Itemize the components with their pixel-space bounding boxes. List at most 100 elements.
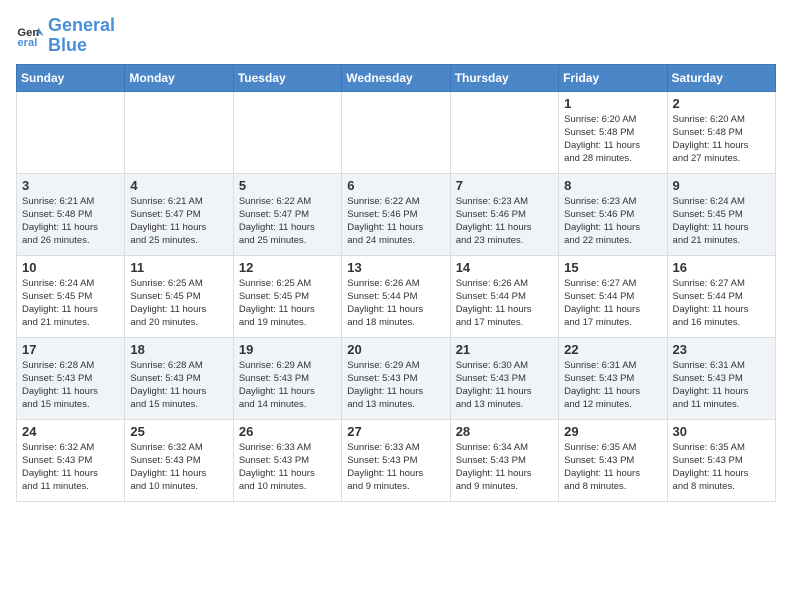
- logo: Gen eral General Blue: [16, 16, 115, 56]
- day-number: 15: [564, 260, 661, 275]
- day-number: 18: [130, 342, 227, 357]
- calendar-cell: 7 Sunrise: 6:23 AM Sunset: 5:46 PM Daylig…: [450, 173, 558, 255]
- day-info: Sunrise: 6:34 AM Sunset: 5:43 PM Dayligh…: [456, 441, 553, 494]
- day-number: 30: [673, 424, 770, 439]
- calendar-cell: 14 Sunrise: 6:26 AM Sunset: 5:44 PM Dayli…: [450, 255, 558, 337]
- calendar-cell: 18 Sunrise: 6:28 AM Sunset: 5:43 PM Dayli…: [125, 337, 233, 419]
- calendar-cell: 17 Sunrise: 6:28 AM Sunset: 5:43 PM Dayli…: [17, 337, 125, 419]
- calendar-table: SundayMondayTuesdayWednesdayThursdayFrid…: [16, 64, 776, 502]
- header-monday: Monday: [125, 64, 233, 91]
- day-info: Sunrise: 6:35 AM Sunset: 5:43 PM Dayligh…: [673, 441, 770, 494]
- calendar-cell: 10 Sunrise: 6:24 AM Sunset: 5:45 PM Dayli…: [17, 255, 125, 337]
- day-info: Sunrise: 6:27 AM Sunset: 5:44 PM Dayligh…: [673, 277, 770, 330]
- header-tuesday: Tuesday: [233, 64, 341, 91]
- calendar-cell: 6 Sunrise: 6:22 AM Sunset: 5:46 PM Daylig…: [342, 173, 450, 255]
- day-number: 20: [347, 342, 444, 357]
- header-friday: Friday: [559, 64, 667, 91]
- calendar-cell: 1Sunrise: 6:20 AM Sunset: 5:48 PM Daylig…: [559, 91, 667, 173]
- calendar-cell: 4 Sunrise: 6:21 AM Sunset: 5:47 PM Daylig…: [125, 173, 233, 255]
- day-info: Sunrise: 6:31 AM Sunset: 5:43 PM Dayligh…: [564, 359, 661, 412]
- day-number: 9: [673, 178, 770, 193]
- calendar-cell: 12Sunrise: 6:25 AM Sunset: 5:45 PM Dayli…: [233, 255, 341, 337]
- day-number: 27: [347, 424, 444, 439]
- day-number: 23: [673, 342, 770, 357]
- week-row-1: 3 Sunrise: 6:21 AM Sunset: 5:48 PM Daylig…: [17, 173, 776, 255]
- day-info: Sunrise: 6:30 AM Sunset: 5:43 PM Dayligh…: [456, 359, 553, 412]
- day-info: Sunrise: 6:22 AM Sunset: 5:46 PM Dayligh…: [347, 195, 444, 248]
- calendar-cell: 2 Sunrise: 6:20 AM Sunset: 5:48 PM Daylig…: [667, 91, 775, 173]
- day-info: Sunrise: 6:24 AM Sunset: 5:45 PM Dayligh…: [673, 195, 770, 248]
- day-info: Sunrise: 6:21 AM Sunset: 5:47 PM Dayligh…: [130, 195, 227, 248]
- day-info: Sunrise: 6:29 AM Sunset: 5:43 PM Dayligh…: [239, 359, 336, 412]
- day-number: 6: [347, 178, 444, 193]
- day-number: 1: [564, 96, 661, 111]
- calendar-cell: 5 Sunrise: 6:22 AM Sunset: 5:47 PM Daylig…: [233, 173, 341, 255]
- day-info: Sunrise: 6:26 AM Sunset: 5:44 PM Dayligh…: [456, 277, 553, 330]
- logo-icon: Gen eral: [16, 22, 44, 50]
- day-number: 7: [456, 178, 553, 193]
- day-number: 29: [564, 424, 661, 439]
- day-number: 13: [347, 260, 444, 275]
- day-number: 24: [22, 424, 119, 439]
- day-number: 17: [22, 342, 119, 357]
- day-info: Sunrise: 6:27 AM Sunset: 5:44 PM Dayligh…: [564, 277, 661, 330]
- day-info: Sunrise: 6:22 AM Sunset: 5:47 PM Dayligh…: [239, 195, 336, 248]
- day-info: Sunrise: 6:25 AM Sunset: 5:45 PM Dayligh…: [130, 277, 227, 330]
- header-saturday: Saturday: [667, 64, 775, 91]
- calendar-cell: 3 Sunrise: 6:21 AM Sunset: 5:48 PM Daylig…: [17, 173, 125, 255]
- day-info: Sunrise: 6:32 AM Sunset: 5:43 PM Dayligh…: [130, 441, 227, 494]
- calendar-cell: 9 Sunrise: 6:24 AM Sunset: 5:45 PM Daylig…: [667, 173, 775, 255]
- day-number: 4: [130, 178, 227, 193]
- day-number: 14: [456, 260, 553, 275]
- day-info: Sunrise: 6:23 AM Sunset: 5:46 PM Dayligh…: [564, 195, 661, 248]
- day-info: Sunrise: 6:21 AM Sunset: 5:48 PM Dayligh…: [22, 195, 119, 248]
- calendar-cell: 13 Sunrise: 6:26 AM Sunset: 5:44 PM Dayli…: [342, 255, 450, 337]
- day-number: 12: [239, 260, 336, 275]
- header-sunday: Sunday: [17, 64, 125, 91]
- calendar-cell: 24Sunrise: 6:32 AM Sunset: 5:43 PM Dayli…: [17, 419, 125, 501]
- day-number: 28: [456, 424, 553, 439]
- day-number: 26: [239, 424, 336, 439]
- week-row-3: 17 Sunrise: 6:28 AM Sunset: 5:43 PM Dayli…: [17, 337, 776, 419]
- calendar-cell: 29Sunrise: 6:35 AM Sunset: 5:43 PM Dayli…: [559, 419, 667, 501]
- calendar-cell: 8Sunrise: 6:23 AM Sunset: 5:46 PM Daylig…: [559, 173, 667, 255]
- header-row: SundayMondayTuesdayWednesdayThursdayFrid…: [17, 64, 776, 91]
- calendar-cell: 20 Sunrise: 6:29 AM Sunset: 5:43 PM Dayli…: [342, 337, 450, 419]
- week-row-4: 24 Sunrise: 6:32 AM Sunset: 5:43 PM Dayli…: [17, 419, 776, 501]
- day-number: 2: [673, 96, 770, 111]
- calendar-cell: 21 Sunrise: 6:30 AM Sunset: 5:43 PM Dayli…: [450, 337, 558, 419]
- day-info: Sunrise: 6:24 AM Sunset: 5:45 PM Dayligh…: [22, 277, 119, 330]
- svg-text:eral: eral: [17, 37, 37, 49]
- day-number: 21: [456, 342, 553, 357]
- day-info: Sunrise: 6:33 AM Sunset: 5:43 PM Dayligh…: [239, 441, 336, 494]
- page-header: Gen eral General Blue: [16, 16, 776, 56]
- day-info: Sunrise: 6:28 AM Sunset: 5:43 PM Dayligh…: [130, 359, 227, 412]
- calendar-cell: 23Sunrise: 6:31 AM Sunset: 5:43 PM Dayli…: [667, 337, 775, 419]
- calendar-cell: [125, 91, 233, 173]
- day-info: Sunrise: 6:26 AM Sunset: 5:44 PM Dayligh…: [347, 277, 444, 330]
- calendar-cell: 26 Sunrise: 6:33 AM Sunset: 5:43 PM Dayli…: [233, 419, 341, 501]
- day-info: Sunrise: 6:28 AM Sunset: 5:43 PM Dayligh…: [22, 359, 119, 412]
- day-number: 10: [22, 260, 119, 275]
- calendar-cell: 22 Sunrise: 6:31 AM Sunset: 5:43 PM Dayli…: [559, 337, 667, 419]
- day-number: 5: [239, 178, 336, 193]
- week-row-0: 1 Sunrise: 6:20 AM Sunset: 5:48 PM Daylig…: [17, 91, 776, 173]
- day-number: 19: [239, 342, 336, 357]
- calendar-cell: 16Sunrise: 6:27 AM Sunset: 5:44 PM Dayli…: [667, 255, 775, 337]
- day-number: 11: [130, 260, 227, 275]
- calendar-cell: [450, 91, 558, 173]
- calendar-cell: 30 Sunrise: 6:35 AM Sunset: 5:43 PM Dayli…: [667, 419, 775, 501]
- header-wednesday: Wednesday: [342, 64, 450, 91]
- day-info: Sunrise: 6:23 AM Sunset: 5:46 PM Dayligh…: [456, 195, 553, 248]
- day-number: 22: [564, 342, 661, 357]
- calendar-cell: 27 Sunrise: 6:33 AM Sunset: 5:43 PM Dayli…: [342, 419, 450, 501]
- day-info: Sunrise: 6:33 AM Sunset: 5:43 PM Dayligh…: [347, 441, 444, 494]
- day-info: Sunrise: 6:20 AM Sunset: 5:48 PM Dayligh…: [673, 113, 770, 166]
- day-number: 3: [22, 178, 119, 193]
- calendar-cell: 11 Sunrise: 6:25 AM Sunset: 5:45 PM Dayli…: [125, 255, 233, 337]
- calendar-cell: [17, 91, 125, 173]
- calendar-cell: 15 Sunrise: 6:27 AM Sunset: 5:44 PM Dayli…: [559, 255, 667, 337]
- calendar-cell: 19 Sunrise: 6:29 AM Sunset: 5:43 PM Dayli…: [233, 337, 341, 419]
- header-thursday: Thursday: [450, 64, 558, 91]
- day-info: Sunrise: 6:29 AM Sunset: 5:43 PM Dayligh…: [347, 359, 444, 412]
